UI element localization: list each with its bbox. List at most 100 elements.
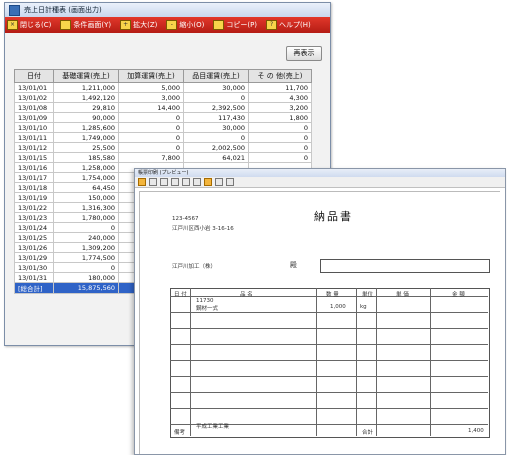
item-name: 鋼材一式	[196, 306, 219, 312]
row-line	[170, 392, 488, 393]
table-cell: 0	[53, 222, 119, 233]
table-cell: 13/01/19	[14, 192, 54, 203]
arrow-icon[interactable]	[215, 178, 223, 186]
table-cell: 0	[248, 152, 312, 163]
table-cell: 1,316,300	[53, 202, 119, 213]
table-cell: 13/01/23	[14, 212, 54, 223]
app-icon	[9, 4, 20, 16]
page-icon[interactable]	[149, 178, 157, 186]
table-row[interactable]: 13/01/11 1,749,000 0 0 0	[14, 132, 312, 143]
table-cell: 180,000	[53, 272, 119, 283]
table-row[interactable]: 13/01/15 185,580 7,800 64,021 0	[14, 152, 312, 163]
search-icon[interactable]	[182, 178, 190, 186]
settings-icon[interactable]	[204, 178, 212, 186]
table-cell: 1,780,000	[53, 212, 119, 223]
row-line	[170, 312, 488, 313]
table-cell: 1,309,200	[53, 242, 119, 253]
col-item-fare[interactable]: 品目運賃(売上)	[183, 69, 249, 83]
table-cell: 3,200	[248, 102, 312, 113]
zoom-icon: +	[120, 20, 132, 30]
preview-title: 帳票印刷 (プレビュー)	[135, 169, 505, 177]
table-cell: 0	[118, 122, 184, 133]
table-cell: 13/01/08	[14, 102, 54, 113]
table-cell: 1,754,000	[53, 172, 119, 183]
table-cell: 13/01/02	[14, 92, 54, 103]
page-icon[interactable]	[171, 178, 179, 186]
menu-shrink[interactable]: - 縮小(O)	[166, 20, 204, 30]
print-preview-window: 帳票印刷 (プレビュー) 納品書 123-4567 江戸川区西小岩 3-16-1…	[134, 168, 506, 455]
col-date[interactable]: 日付	[14, 69, 54, 83]
table-cell: 13/01/29	[14, 252, 54, 263]
menu-conditions[interactable]: 条件画面(Y)	[60, 20, 111, 30]
shrink-icon: -	[166, 20, 178, 30]
col-base-fare[interactable]: 基礎運賃(売上)	[53, 69, 119, 83]
report-titlebar: 売上日計種表 (画面出力)	[5, 3, 330, 17]
menu-help[interactable]: ? ヘルプ(H)	[266, 20, 311, 30]
header-qty: 数 量	[326, 292, 339, 298]
menu-close[interactable]: × 閉じる(C)	[7, 20, 51, 30]
table-cell: 240,000	[53, 232, 119, 243]
table-cell: 1,800	[248, 112, 312, 123]
postal-code: 123-4567	[172, 216, 199, 222]
preview-toolbar	[135, 177, 505, 188]
table-row[interactable]: 13/01/12 25,500 0 2,002,500 0	[14, 142, 312, 153]
window-title: 売上日計種表 (画面出力)	[24, 6, 102, 14]
table-cell: 0	[248, 142, 312, 153]
table-cell: 0	[118, 132, 184, 143]
recipient: 江戸川加工（株）	[172, 264, 217, 270]
table-row[interactable]: 13/01/10 1,285,600 0 30,000 0	[14, 122, 312, 133]
table-row[interactable]: 13/01/08 29,810 14,400 2,392,500 3,200	[14, 102, 312, 113]
table-cell: 29,810	[53, 102, 119, 113]
table-cell: 13/01/11	[14, 132, 54, 143]
col-added-fare[interactable]: 加算運賃(売上)	[118, 69, 184, 83]
row-line	[170, 328, 488, 329]
table-cell: 64,450	[53, 182, 119, 193]
total-cell: 15,875,560	[53, 282, 119, 294]
table-cell: 1,211,000	[53, 82, 119, 93]
table-cell: 0	[118, 142, 184, 153]
table-cell: 0	[248, 122, 312, 133]
header-price: 単 価	[396, 292, 409, 298]
row-line	[170, 344, 488, 345]
table-cell: 1,774,500	[53, 252, 119, 263]
table-cell: 13/01/10	[14, 122, 54, 133]
row-line	[170, 376, 488, 377]
table-row[interactable]: 13/01/09 90,000 0 117,430 1,800	[14, 112, 312, 123]
table-cell: 3,000	[118, 92, 184, 103]
close-icon: ×	[7, 20, 18, 30]
header-item: 品 名	[240, 292, 253, 298]
table-row[interactable]: 13/01/01 1,211,000 5,000 30,000 11,700	[14, 82, 312, 93]
table-cell: 1,492,120	[53, 92, 119, 103]
item-unit: kg	[360, 304, 367, 310]
table-cell: 150,000	[53, 192, 119, 203]
menu-zoom[interactable]: + 拡大(Z)	[120, 20, 157, 30]
redisplay-button[interactable]: 再表示	[286, 46, 322, 61]
copy-icon[interactable]	[226, 178, 234, 186]
col-other[interactable]: そ の 他(売上)	[248, 69, 312, 83]
table-cell: 13/01/15	[14, 152, 54, 163]
print-icon[interactable]	[138, 178, 146, 186]
col-divider	[430, 288, 431, 436]
table-cell: 1,749,000	[53, 132, 119, 143]
col-divider	[376, 288, 377, 436]
remark-label: 備考	[174, 430, 186, 436]
footer-amount: 1,400	[468, 428, 484, 434]
honorific: 殿	[290, 261, 297, 269]
col-divider	[356, 288, 357, 436]
document-title: 納品書	[314, 210, 353, 223]
table-row[interactable]: 13/01/02 1,492,120 3,000 0 4,300	[14, 92, 312, 103]
table-cell: 64,021	[183, 152, 249, 163]
table-cell: 13/01/18	[14, 182, 54, 193]
copy-icon	[213, 20, 225, 30]
table-cell: 1,285,600	[53, 122, 119, 133]
table-cell: 4,300	[248, 92, 312, 103]
table-cell: 13/01/17	[14, 172, 54, 183]
table-cell: 13/01/12	[14, 142, 54, 153]
menu-copy[interactable]: コピー(P)	[213, 20, 257, 30]
zoom-icon[interactable]	[193, 178, 201, 186]
table-cell: 2,392,500	[183, 102, 249, 113]
table-cell: 13/01/01	[14, 82, 54, 93]
page-icon[interactable]	[160, 178, 168, 186]
row-line	[170, 360, 488, 361]
menu-bar: × 閉じる(C) 条件画面(Y) + 拡大(Z) - 縮小(O) コピー(P) ? ヘル…	[5, 17, 330, 33]
